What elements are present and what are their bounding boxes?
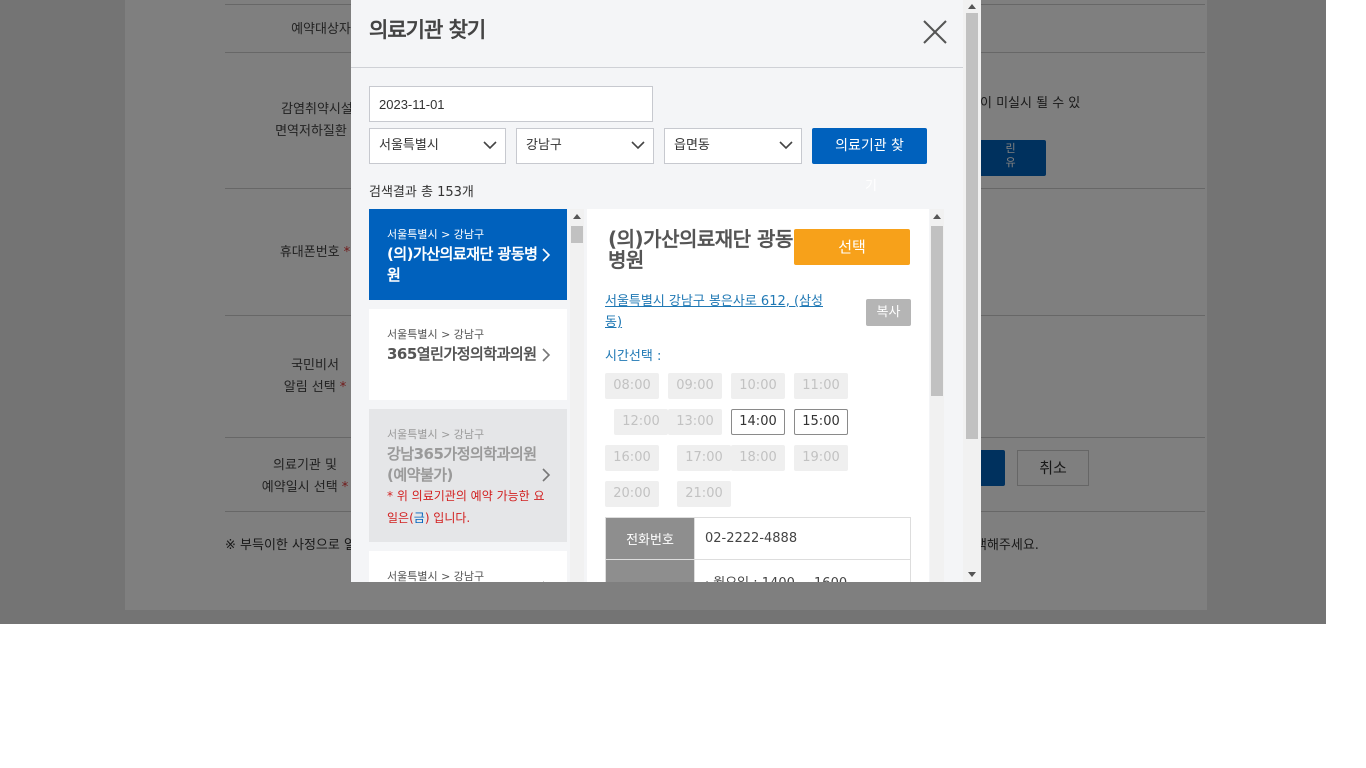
copy-address-button[interactable]: 복사	[866, 299, 911, 326]
time-slot[interactable]: 15:00	[794, 409, 848, 435]
hospital-search-modal: 의료기관 찾기 서울특별시 강남구 읍면동 의료기관 찾 기 검색결과 총 15…	[351, 0, 981, 582]
modal-divider	[351, 67, 963, 68]
time-slot: 19:00	[794, 445, 848, 471]
chevron-right-icon	[542, 468, 551, 482]
scroll-up-arrow-icon[interactable]	[968, 4, 976, 9]
time-slot: 18:00	[731, 445, 785, 471]
list-scrollbar[interactable]	[570, 209, 584, 582]
search-hospital-button[interactable]: 의료기관 찾	[812, 128, 927, 164]
time-slot: 20:00	[605, 481, 659, 507]
hospital-info-table: 전화번호 02-2222-4888 · 월요일 : 1400 ~ 1600	[605, 517, 911, 582]
time-slot: 09:00	[668, 373, 722, 399]
time-slot[interactable]: 14:00	[731, 409, 785, 435]
time-slot: 17:00	[677, 445, 731, 471]
time-slot: 13:00	[668, 409, 722, 435]
result-count: 검색결과 총 153개	[369, 185, 474, 200]
list-item[interactable]: 서울특별시 > 강남구	[369, 551, 567, 582]
modal-scrollbar[interactable]	[963, 0, 981, 582]
select-button[interactable]: 선택	[794, 229, 910, 265]
detail-scrollbar[interactable]	[930, 209, 944, 582]
hospital-list: 서울특별시 > 강남구 (의)가산의료재단 광동병원 서울특별시 > 강남구 3…	[369, 209, 567, 582]
scroll-up-arrow-icon[interactable]	[933, 214, 941, 219]
time-slot: 21:00	[677, 481, 731, 507]
hours-label	[605, 559, 695, 582]
scroll-down-arrow-icon[interactable]	[968, 572, 976, 577]
list-item[interactable]: 서울특별시 > 강남구 (의)가산의료재단 광동병원	[369, 209, 567, 300]
search-button-overflow-text: 기	[865, 179, 877, 194]
chevron-right-icon	[542, 348, 551, 362]
chevron-right-icon	[542, 248, 551, 262]
chevron-down-icon	[779, 141, 793, 150]
sigungu-select[interactable]: 강남구	[516, 128, 654, 164]
close-icon	[923, 20, 947, 44]
scroll-up-arrow-icon[interactable]	[573, 214, 581, 219]
list-item[interactable]: 서울특별시 > 강남구 365열린가정의학과의원	[369, 309, 567, 400]
hours-value: · 월요일 : 1400 ~ 1600	[694, 559, 911, 582]
date-input[interactable]	[369, 86, 653, 122]
phone-value: 02-2222-4888	[694, 517, 911, 560]
hospital-detail: (의)가산의료재단 광동병원 선택 서울특별시 강남구 봉은사로 612, (삼…	[587, 209, 929, 582]
chevron-down-icon	[483, 141, 497, 150]
address-link[interactable]: 서울특별시 강남구 봉은사로 612, (삼성동)	[605, 291, 830, 333]
chevron-right-icon	[543, 581, 545, 582]
modal-title: 의료기관 찾기	[369, 18, 486, 42]
modal-scrollbar-thumb[interactable]	[966, 13, 978, 439]
time-slot: 16:00	[605, 445, 659, 471]
list-item[interactable]: 서울특별시 > 강남구 강남365가정의학과의원 (예약불가) * 위 의료기관…	[369, 409, 567, 542]
list-scrollbar-thumb[interactable]	[571, 226, 583, 243]
time-select-label: 시간선택 :	[605, 349, 662, 364]
chevron-down-icon	[631, 141, 645, 150]
close-button[interactable]	[921, 18, 949, 46]
time-slot: 08:00	[605, 373, 659, 399]
detail-hospital-name: (의)가산의료재단 광동병원	[608, 227, 793, 272]
reservation-day-note: * 위 의료기관의 예약 가능한 요일은(금) 입니다.	[387, 489, 545, 525]
time-slot: 10:00	[731, 373, 785, 399]
dong-select[interactable]: 읍면동	[664, 128, 802, 164]
detail-scrollbar-thumb[interactable]	[931, 226, 943, 396]
sido-select[interactable]: 서울특별시	[369, 128, 506, 164]
time-slot: 12:00	[614, 409, 668, 435]
time-slot: 11:00	[794, 373, 848, 399]
phone-label: 전화번호	[605, 517, 695, 560]
